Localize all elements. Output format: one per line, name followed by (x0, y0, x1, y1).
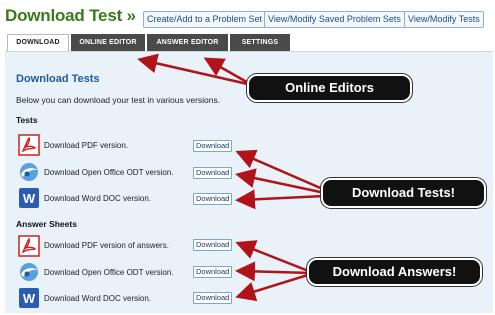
tests-section-title: Tests (16, 115, 38, 125)
openoffice-icon (20, 163, 38, 181)
view-saved-problem-sets-button[interactable]: View/Modify Saved Problem Sets (264, 11, 405, 28)
download-pdf-button[interactable]: Download (193, 140, 233, 152)
tab-settings[interactable]: SETTINGS (230, 34, 290, 52)
intro-text: Below you can download your test in vari… (16, 95, 221, 105)
svg-text:W: W (23, 291, 36, 306)
view-modify-tests-button[interactable]: View/Modify Tests (404, 11, 484, 28)
callout-download-tests: Download Tests! (321, 178, 486, 208)
doc-download-label: Download Word DOC version. (44, 194, 152, 203)
tab-answer-editor[interactable]: ANSWER EDITOR (147, 34, 228, 52)
download-doc-button[interactable]: Download (193, 193, 233, 205)
svg-text:W: W (23, 191, 36, 206)
pdf-download-label: Download PDF version. (44, 141, 129, 150)
pdf-icon (18, 235, 40, 257)
word-icon: W (19, 288, 39, 308)
page-title: Download Test » (5, 6, 136, 25)
download-odt-answers-button[interactable]: Download (193, 266, 233, 278)
odt-download-label: Download Open Office ODT version. (44, 168, 174, 177)
create-problem-set-button[interactable]: Create/Add to a Problem Set (143, 11, 267, 28)
doc-answers-label: Download Word DOC version. (44, 294, 152, 303)
pdf-icon (18, 134, 40, 156)
callout-online-editors: Online Editors (247, 74, 412, 102)
odt-answers-label: Download Open Office ODT version. (44, 268, 174, 277)
download-pdf-answers-button[interactable]: Download (193, 239, 233, 251)
download-odt-button[interactable]: Download (193, 167, 233, 179)
callout-download-answers: Download Answers! (307, 258, 482, 286)
tab-download[interactable]: DOWNLOAD (7, 34, 69, 52)
word-icon: W (19, 188, 39, 208)
tab-online-editor[interactable]: ONLINE EDITOR (71, 34, 145, 52)
openoffice-icon (20, 263, 38, 281)
download-doc-answers-button[interactable]: Download (193, 292, 233, 304)
section-heading: Download Tests (16, 73, 100, 85)
pdf-answers-label: Download PDF version of answers. (44, 241, 169, 250)
answers-section-title: Answer Sheets (16, 219, 77, 229)
